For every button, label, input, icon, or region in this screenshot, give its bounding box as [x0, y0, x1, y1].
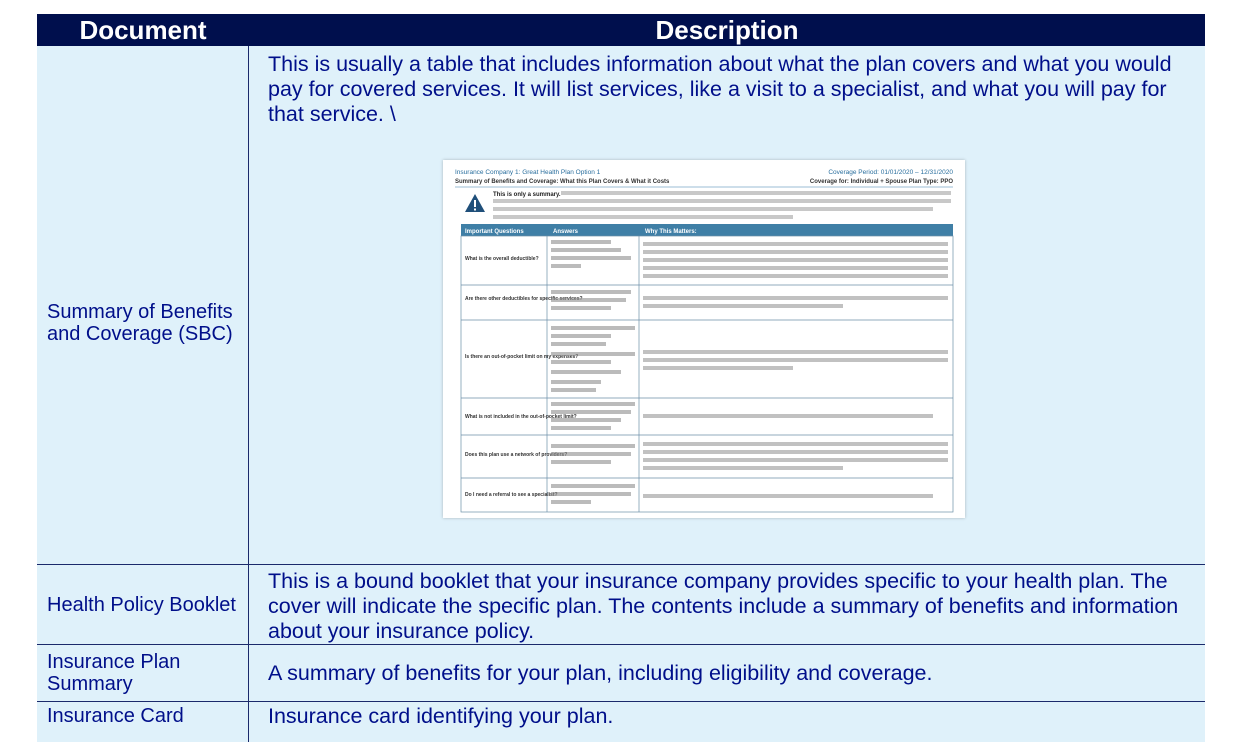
sbc-sample-image: Insurance Company 1: Great Health Plan O…: [443, 160, 965, 518]
document-description: This is a bound booklet that your insura…: [268, 569, 1179, 643]
header-description: Description: [655, 14, 799, 45]
document-description: Insurance card identifying your plan.: [268, 704, 614, 728]
table-header: Document Description: [37, 14, 1205, 46]
document-name: Insurance Plan Summary: [37, 645, 249, 701]
sbc-header-left: Insurance Company 1: Great Health Plan O…: [455, 169, 601, 176]
document-name: Summary of Benefits and Coverage (SBC): [37, 46, 249, 564]
sbc-subheader-right: Coverage for: Individual + Spouse Plan T…: [810, 179, 953, 185]
document-name: Insurance Card: [37, 702, 249, 742]
sbc-notice-label: This is only a summary.: [493, 192, 561, 198]
sbc-col-questions: Important Questions: [465, 229, 524, 235]
sbc-subheader-left: Summary of Benefits and Coverage: What t…: [455, 179, 670, 185]
sbc-col-answers: Answers: [553, 229, 579, 235]
table-row: Insurance Plan Summary A summary of bene…: [37, 645, 1205, 702]
table-row: Health Policy Booklet This is a bound bo…: [37, 565, 1205, 645]
sbc-header-right: Coverage Period: 01/01/2020 – 12/31/2020: [828, 169, 953, 176]
table-row: Insurance Card Insurance card identifyin…: [37, 702, 1205, 742]
document-description: A summary of benefits for your plan, inc…: [268, 660, 933, 685]
document-name: Health Policy Booklet: [37, 565, 249, 644]
sbc-question: What is the overall deductible?: [465, 256, 539, 262]
sbc-col-why: Why This Matters:: [645, 229, 697, 235]
header-document: Document: [79, 14, 207, 45]
warning-icon: [465, 194, 485, 212]
sbc-question: Do I need a referral to see a specialist…: [465, 492, 558, 498]
